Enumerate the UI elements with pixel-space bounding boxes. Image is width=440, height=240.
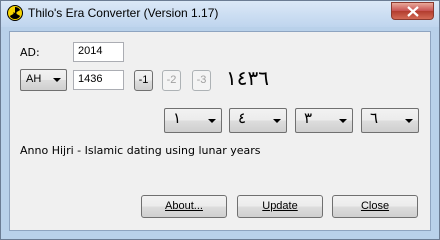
- chevron-down-icon: [405, 119, 413, 123]
- era-select[interactable]: AH: [20, 69, 67, 91]
- ad-year-input[interactable]: 2014: [73, 42, 124, 62]
- digit-select-3[interactable]: ٣: [295, 108, 353, 133]
- era-select-value: AH: [26, 73, 42, 85]
- arabic-year-display: ١٤٣٦: [226, 66, 269, 90]
- digit-select-4-value: ٦: [370, 110, 379, 127]
- about-button-label: About...: [165, 200, 203, 212]
- digit-select-3-value: ٣: [304, 110, 313, 127]
- chevron-down-icon: [208, 119, 216, 123]
- minus-2-button[interactable]: -2: [162, 70, 181, 91]
- update-button[interactable]: Update: [237, 195, 323, 218]
- radiation-icon: [7, 5, 23, 21]
- chevron-down-icon: [273, 119, 281, 123]
- main-window: Thilo's Era Converter (Version 1.17) AD:…: [0, 0, 440, 240]
- window-title: Thilo's Era Converter (Version 1.17): [28, 6, 219, 20]
- window-close-button[interactable]: [391, 2, 434, 20]
- digit-select-2-value: ٤: [238, 110, 247, 127]
- era-year-input[interactable]: 1436: [73, 70, 124, 90]
- close-icon: [407, 6, 419, 17]
- minus-1-button[interactable]: -1: [134, 70, 153, 91]
- client-area: AD: 2014 AH 1436 -1 -2 -3 ١٤٣٦ ١ ٤ ٣ ٦ A…: [9, 31, 431, 231]
- chevron-down-icon: [339, 119, 347, 123]
- digit-select-1-value: ١: [173, 110, 182, 127]
- digit-select-1[interactable]: ١: [164, 108, 222, 133]
- about-button[interactable]: About...: [141, 195, 227, 218]
- digit-select-4[interactable]: ٦: [361, 108, 419, 133]
- chevron-down-icon: [53, 78, 61, 82]
- era-description: Anno Hijri - Islamic dating using lunar …: [20, 144, 261, 157]
- digit-select-2[interactable]: ٤: [229, 108, 287, 133]
- update-button-label: Update: [262, 200, 298, 212]
- minus-3-button[interactable]: -3: [192, 70, 211, 91]
- ad-label: AD:: [20, 46, 40, 59]
- title-bar[interactable]: Thilo's Era Converter (Version 1.17): [1, 1, 439, 27]
- close-button-label: Close: [360, 200, 390, 212]
- close-button[interactable]: Close: [332, 195, 418, 218]
